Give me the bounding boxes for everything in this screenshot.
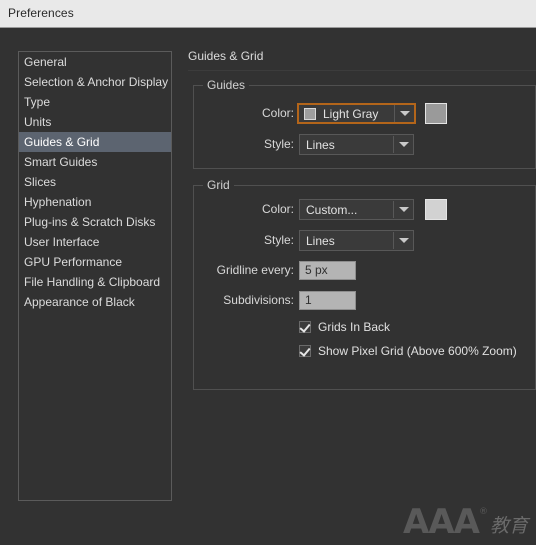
sidebar-item-guides-grid[interactable]: Guides & Grid: [19, 132, 171, 152]
guides-color-dropdown[interactable]: Light Gray: [297, 103, 416, 124]
grid-group: Grid Color: Custom... Style: Lines Gridl…: [193, 178, 536, 390]
sidebar-item-type[interactable]: Type: [19, 92, 171, 112]
dialog-body: General Selection & Anchor Display Type …: [0, 29, 536, 545]
gridline-every-input[interactable]: 5 px: [299, 261, 356, 280]
sidebar-item-user-interface[interactable]: User Interface: [19, 232, 171, 252]
gridline-every-label: Gridline every:: [216, 263, 294, 277]
guides-color-value: Light Gray: [323, 106, 379, 121]
grid-style-label: Style:: [263, 233, 294, 247]
show-pixel-grid-checkbox-row[interactable]: Show Pixel Grid (Above 600% Zoom): [299, 344, 517, 358]
sidebar-item-plugins-scratch-disks[interactable]: Plug-ins & Scratch Disks: [19, 212, 171, 232]
sidebar-item-smart-guides[interactable]: Smart Guides: [19, 152, 171, 172]
chevron-down-icon[interactable]: [395, 105, 414, 122]
chevron-down-icon[interactable]: [394, 231, 413, 250]
sidebar-item-units[interactable]: Units: [19, 112, 171, 132]
panel-divider: [188, 70, 536, 71]
sidebar-item-general[interactable]: General: [19, 52, 171, 72]
sidebar-item-appearance-of-black[interactable]: Appearance of Black: [19, 292, 171, 312]
grid-color-label: Color:: [261, 202, 294, 216]
sidebar-item-file-handling-clipboard[interactable]: File Handling & Clipboard: [19, 272, 171, 292]
guides-color-swatch-button[interactable]: [425, 103, 447, 124]
sidebar-item-slices[interactable]: Slices: [19, 172, 171, 192]
show-pixel-grid-checkbox[interactable]: [299, 345, 311, 357]
category-list[interactable]: General Selection & Anchor Display Type …: [18, 51, 172, 501]
settings-panel: Guides & Grid Guides Color: Light Gray S: [188, 29, 536, 545]
guides-style-dropdown[interactable]: Lines: [299, 134, 414, 155]
sidebar-item-gpu-performance[interactable]: GPU Performance: [19, 252, 171, 272]
grids-in-back-checkbox[interactable]: [299, 321, 311, 333]
grid-color-swatch-button[interactable]: [425, 199, 447, 220]
guides-group-legend: Guides: [203, 78, 250, 92]
grid-style-dropdown[interactable]: Lines: [299, 230, 414, 251]
chevron-down-icon[interactable]: [394, 200, 413, 219]
guides-group: Guides Color: Light Gray Style: Lines: [193, 78, 536, 169]
grids-in-back-label: Grids In Back: [318, 320, 391, 334]
grids-in-back-checkbox-row[interactable]: Grids In Back: [299, 320, 390, 334]
preferences-dialog: Preferences General Selection & Anchor D…: [0, 0, 536, 545]
sidebar-item-selection-anchor-display[interactable]: Selection & Anchor Display: [19, 72, 171, 92]
window-title: Preferences: [8, 6, 74, 20]
guides-color-label: Color:: [261, 106, 294, 120]
page-title: Guides & Grid: [188, 49, 264, 63]
subdivisions-input[interactable]: 1: [299, 291, 356, 310]
show-pixel-grid-label: Show Pixel Grid (Above 600% Zoom): [318, 344, 517, 358]
grid-color-dropdown[interactable]: Custom...: [299, 199, 414, 220]
grid-group-legend: Grid: [203, 178, 234, 192]
guides-color-inline-swatch-icon: [304, 107, 316, 120]
grid-color-value: Custom...: [306, 202, 358, 217]
subdivisions-label: Subdivisions:: [223, 293, 294, 307]
chevron-down-icon[interactable]: [394, 135, 413, 154]
grid-style-value: Lines: [306, 233, 335, 248]
guides-style-value: Lines: [306, 137, 335, 152]
guides-style-label: Style:: [263, 137, 294, 151]
title-bar: Preferences: [0, 0, 536, 28]
sidebar-item-hyphenation[interactable]: Hyphenation: [19, 192, 171, 212]
